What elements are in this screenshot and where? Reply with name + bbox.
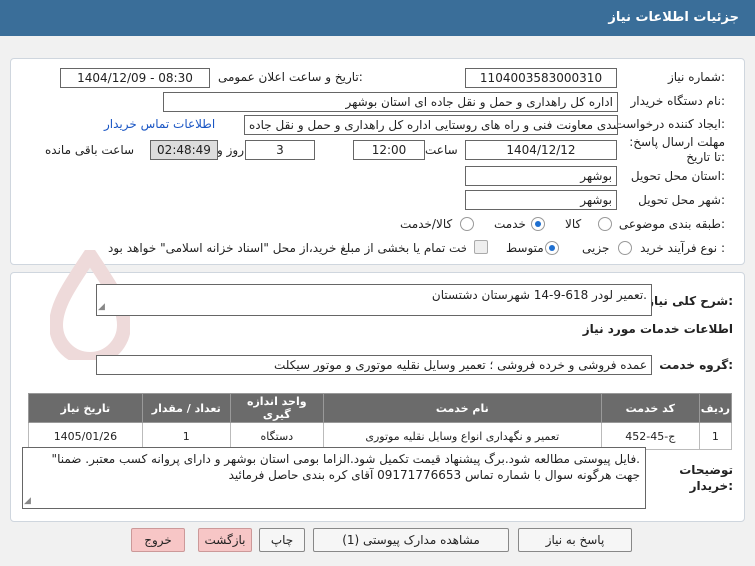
deadline-label: مهلت ارسال پاسخ: تا تاریخ: <box>629 135 725 164</box>
col-header-row-num: ردیف <box>698 393 733 423</box>
cell-need-date: 1405/01/26 <box>28 422 143 450</box>
cell-service-name: تعمیر و نگهداری انواع وسایل نقلیه موتوری <box>322 422 602 450</box>
creator-label: ایجاد کننده درخواست: <box>614 117 725 131</box>
page-title: جزئیات اطلاعات نیاز <box>608 10 739 25</box>
deadline-time-label: ساعت <box>425 143 458 157</box>
process-radio-medium[interactable] <box>545 241 559 255</box>
services-table: ردیف کد خدمت نام خدمت واحد اندازه گیری ت… <box>28 393 733 450</box>
col-header-unit: واحد اندازه گیری <box>229 393 324 423</box>
col-header-service-code: کد خدمت <box>600 393 700 423</box>
notes-line-1: .فایل پیوستی مطالعه شود.برگ پیشنهاد قیمت… <box>51 452 640 466</box>
service-group-label: گروه خدمت: <box>659 358 733 372</box>
back-button[interactable]: بازگشت <box>198 528 252 552</box>
delivery-city-field: بوشهر <box>465 190 617 210</box>
category-option-both: کالا/خدمت <box>400 217 453 231</box>
resize-handle-icon[interactable]: ◢ <box>98 302 105 312</box>
days-label: روز و <box>217 143 244 157</box>
deadline-time-field: 12:00 <box>353 140 425 160</box>
col-header-service-name: نام خدمت <box>322 393 602 423</box>
category-option-service: خدمت <box>494 217 526 231</box>
notes-line-2: جهت هرگونه سوال با شماره تماس 0917177665… <box>228 468 640 482</box>
buyer-org-field: اداره کل راهداری و حمل و نقل جاده ای است… <box>163 92 618 112</box>
col-header-need-date: تاریخ نیاز <box>28 393 143 423</box>
remaining-label: ساعت باقی مانده <box>45 143 135 157</box>
category-label: طبقه بندی موضوعی: <box>618 217 725 231</box>
delivery-province-field: بوشهر <box>465 166 617 186</box>
process-option-minor: جزیی <box>582 241 610 255</box>
cell-quantity: 1 <box>141 422 231 450</box>
process-label: نوع فرآیند خرید : <box>640 241 725 255</box>
table-row: 1 ج-45-452 تعمیر و نگهداری انواع وسایل ن… <box>28 422 733 450</box>
services-section-title: اطلاعات خدمات مورد نیاز <box>582 322 733 336</box>
creator-field: بهرام اسدی معاونت فنی و راه های روستایی … <box>244 115 618 135</box>
notes-resize-handle-icon[interactable]: ◢ <box>24 496 31 506</box>
notes-field: .فایل پیوستی مطالعه شود.برگ پیشنهاد قیمت… <box>22 447 646 509</box>
deadline-date-field: 1404/12/12 <box>465 140 617 160</box>
category-radio-service[interactable] <box>531 217 545 231</box>
delivery-city-label: شهر محل تحویل: <box>638 193 725 207</box>
process-option-medium: متوسط <box>506 241 544 255</box>
col-header-quantity: تعداد / مقدار <box>141 393 231 423</box>
announce-field: 1404/12/09 - 08:30 <box>60 68 210 88</box>
category-option-goods: کالا <box>565 217 582 231</box>
category-radio-both[interactable] <box>460 217 474 231</box>
process-radio-minor[interactable] <box>618 241 632 255</box>
summary-label: شرح کلی نیاز: <box>647 294 733 308</box>
service-group-field: عمده فروشی و خرده فروشی ؛ تعمیر وسایل نق… <box>96 355 652 375</box>
delivery-province-label: استان محل تحویل: <box>630 169 725 183</box>
cell-unit: دستگاه <box>229 422 324 450</box>
announce-label: تاریخ و ساعت اعلان عمومی: <box>218 70 363 84</box>
exit-button[interactable]: خروج <box>131 528 185 552</box>
print-button[interactable]: چاپ <box>259 528 305 552</box>
notes-label: توضیحات خریدار: <box>679 463 733 493</box>
treasury-checkbox[interactable] <box>474 240 488 254</box>
category-radio-goods[interactable] <box>598 217 612 231</box>
page-header: جزئیات اطلاعات نیاز <box>0 0 755 36</box>
need-number-field: 1104003583000310 <box>465 68 617 88</box>
summary-field: تعمیر لودر 618-9-14 شهرستان دشتستان. <box>96 284 652 316</box>
cell-service-code: ج-45-452 <box>600 422 700 450</box>
remaining-time-field: 02:48:49 <box>150 140 218 160</box>
cell-row-num: 1 <box>698 422 733 450</box>
payment-note: پرداخت تمام یا بخشی از مبلغ خرید،از محل … <box>108 241 466 255</box>
buyer-org-label: نام دستگاه خریدار: <box>630 94 726 108</box>
days-field: 3 <box>245 140 315 160</box>
view-attachments-button[interactable]: مشاهده مدارک پیوستی (1) <box>313 528 509 552</box>
reply-button[interactable]: پاسخ به نیاز <box>518 528 632 552</box>
buyer-contact-link[interactable]: اطلاعات تماس خریدار <box>104 117 215 131</box>
need-number-label: شماره نیاز: <box>667 70 725 84</box>
